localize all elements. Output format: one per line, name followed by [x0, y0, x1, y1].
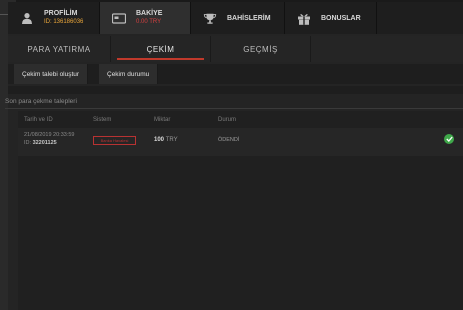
row-id-label: ID: — [24, 140, 32, 146]
user-icon — [20, 11, 34, 25]
section-tabs: PARA YATIRMA ÇEKİM GEÇMİŞ — [8, 36, 463, 62]
nav-profile[interactable]: PROFİLİM ID: 136186036 — [8, 2, 100, 34]
trophy-icon — [203, 11, 217, 25]
withdraw-subtabs: Çekim talebi oluştur Çekim durumu — [8, 64, 463, 84]
nav-bonuses[interactable]: BONUSLAR — [285, 2, 377, 34]
row-status: ÖDENDİ — [218, 137, 240, 143]
account-panel: PROFİLİM ID: 136186036 BAKİYE 0.00 TRY B… — [5, 2, 463, 310]
tab-history[interactable]: GEÇMİŞ — [211, 36, 311, 62]
row-amount-value: 100 — [154, 137, 165, 143]
col-amount: Miktar — [154, 117, 171, 123]
row-currency: TRY — [165, 137, 178, 143]
col-date-id: Tarih ve ID — [24, 117, 53, 123]
gift-icon — [297, 11, 311, 25]
tab-withdraw[interactable]: ÇEKİM — [111, 36, 211, 62]
row-id: ID: 32201125 — [24, 140, 57, 146]
balance-title: BAKİYE — [136, 10, 163, 17]
wallet-icon — [112, 11, 126, 25]
profile-title: PROFİLİM — [44, 10, 78, 17]
col-system: Sistem — [93, 117, 112, 123]
profile-id: ID: 136186036 — [44, 19, 84, 25]
row-id-value: 32201125 — [32, 140, 57, 146]
withdrawal-list: Tarih ve ID Sistem Miktar Durum 21/08/20… — [18, 111, 463, 310]
divider — [5, 108, 463, 109]
balance-amount: 0.00 TRY — [136, 19, 162, 25]
check-circle-icon — [444, 134, 454, 144]
nav-balance[interactable]: BAKİYE 0.00 TRY — [100, 2, 191, 34]
bets-title: BAHİSLERİM — [227, 14, 271, 22]
nav-bets[interactable]: BAHİSLERİM — [191, 2, 285, 34]
row-date: 21/08/2019 20:33:59 — [24, 132, 75, 138]
row-amount: 100 TRY — [154, 137, 178, 143]
list-title: Son para çekme talepleri — [5, 98, 77, 105]
bonuses-title: BONUSLAR — [321, 14, 361, 22]
top-nav: PROFİLİM ID: 136186036 BAKİYE 0.00 TRY B… — [8, 2, 463, 34]
subtab-request-status[interactable]: Çekim durumu — [99, 64, 159, 84]
tab-deposit[interactable]: PARA YATIRMA — [8, 36, 111, 62]
subtab-create-request[interactable]: Çekim talebi oluştur — [14, 64, 89, 84]
divider-strip — [8, 86, 463, 94]
table-row[interactable]: 21/08/2019 20:33:59 ID: 32201125 Banka H… — [18, 128, 463, 156]
row-system: Banka Havalesi — [93, 136, 136, 145]
col-status: Durum — [218, 117, 237, 123]
